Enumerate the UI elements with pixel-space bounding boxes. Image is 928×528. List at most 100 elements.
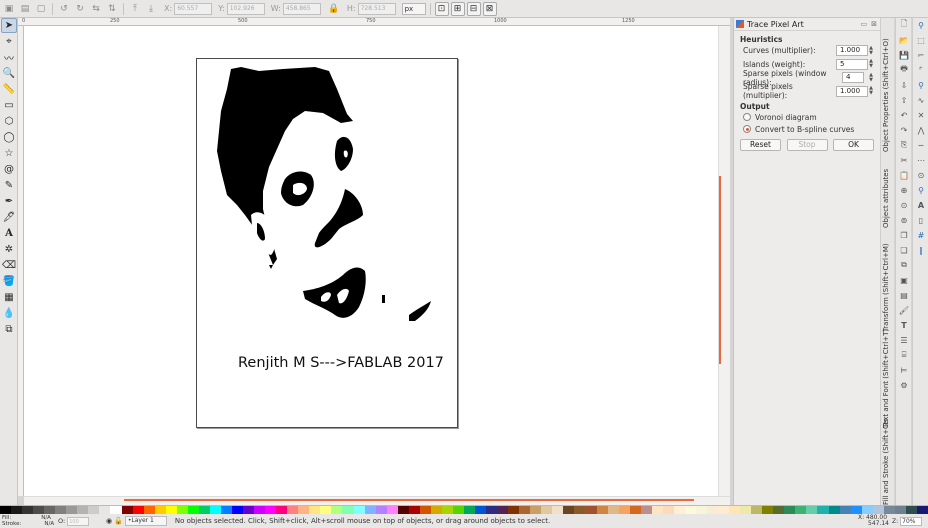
ok-button[interactable]: OK (833, 139, 874, 151)
color-swatch[interactable] (618, 506, 630, 514)
zoom-drawing-icon[interactable]: ⊙ (897, 199, 911, 211)
color-swatch[interactable] (751, 506, 763, 514)
color-swatch[interactable] (707, 506, 719, 514)
color-swatch[interactable] (209, 506, 221, 514)
color-swatch[interactable] (154, 506, 166, 514)
color-swatch[interactable] (497, 506, 509, 514)
zoom-selection-icon[interactable]: ⊕ (897, 184, 911, 196)
color-swatch[interactable] (861, 506, 873, 514)
copy-icon[interactable]: ⎘ (897, 139, 911, 151)
layer-lock-icon[interactable]: 🔓 (114, 517, 123, 525)
color-swatch[interactable] (353, 506, 365, 514)
fill-stroke-icon[interactable]: 🖌 (897, 304, 911, 316)
dropper-tool-icon[interactable]: 💧 (1, 306, 17, 321)
color-swatch[interactable] (684, 506, 696, 514)
spiral-tool-icon[interactable]: @ (1, 162, 17, 177)
color-swatch[interactable] (585, 506, 597, 514)
snap-cusp-icon[interactable]: ⋀ (914, 124, 928, 136)
pencil-tool-icon[interactable]: ✎ (1, 178, 17, 193)
color-swatch[interactable] (419, 506, 431, 514)
flip-horizontal-icon[interactable]: ⇆ (89, 2, 103, 16)
color-swatch[interactable] (77, 506, 89, 514)
open-icon[interactable]: 📂 (897, 34, 911, 46)
layer-visibility-icon[interactable]: ◉ (106, 517, 112, 525)
transform-patterns-icon[interactable]: ⊠ (482, 1, 497, 16)
deselect-icon[interactable]: ▢ (34, 2, 48, 16)
tweak-tool-icon[interactable]: 〰 (1, 50, 17, 65)
zoom-tool-icon[interactable]: 🔍 (1, 66, 17, 81)
color-swatch[interactable] (530, 506, 542, 514)
color-swatch[interactable] (11, 506, 23, 514)
horizontal-scrollbar[interactable] (24, 496, 730, 505)
lower-icon[interactable]: ⤓ (144, 2, 158, 16)
color-swatch[interactable] (828, 506, 840, 514)
color-swatch[interactable] (320, 506, 332, 514)
snap-bbox-icon[interactable]: ⬚ (914, 34, 928, 46)
unlink-clone-icon[interactable]: ⧉ (897, 259, 911, 271)
color-swatch[interactable] (839, 506, 851, 514)
color-swatch[interactable] (850, 506, 862, 514)
scale-corners-icon[interactable]: ⊞ (450, 1, 465, 16)
snap-smooth-icon[interactable]: ∽ (914, 139, 928, 151)
star-tool-icon[interactable]: ☆ (1, 146, 17, 161)
paste-icon[interactable]: 📋 (897, 169, 911, 181)
spray-tool-icon[interactable]: ✲ (1, 242, 17, 257)
import-icon[interactable]: ⇩ (897, 79, 911, 91)
drawing-canvas[interactable]: Renjith M S--->FABLAB 2017 (24, 26, 718, 496)
color-swatch[interactable] (99, 506, 111, 514)
ungroup-icon[interactable]: ▤ (897, 289, 911, 301)
measure-tool-icon[interactable]: 📏 (1, 82, 17, 97)
calligraphy-tool-icon[interactable]: 🖋 (1, 210, 17, 225)
radio-button-selected[interactable] (743, 125, 751, 133)
color-swatch[interactable] (695, 506, 707, 514)
color-swatch[interactable] (883, 506, 895, 514)
curves-input[interactable]: 1.000 (836, 45, 868, 57)
h-input[interactable]: 728.513 (357, 2, 396, 15)
node-tool-icon[interactable]: ⌖ (1, 34, 17, 49)
color-swatch[interactable] (44, 506, 56, 514)
opacity-input[interactable]: 100 (67, 516, 90, 526)
spinner-icon[interactable]: ▲ ▼ (868, 86, 874, 96)
color-swatch[interactable] (441, 506, 453, 514)
zoom-input[interactable]: 70% (900, 516, 923, 526)
color-swatch[interactable] (430, 506, 442, 514)
eraser-tool-icon[interactable]: ⌫ (1, 258, 17, 273)
color-swatch[interactable] (486, 506, 498, 514)
zoom-page-icon[interactable]: ⊚ (897, 214, 911, 226)
vertical-scroll-thumb[interactable] (719, 176, 721, 364)
color-swatch[interactable] (408, 506, 420, 514)
color-swatch[interactable] (662, 506, 674, 514)
layers-icon[interactable]: ☰ (897, 334, 911, 346)
color-swatch[interactable] (121, 506, 133, 514)
page-caption-text[interactable]: Renjith M S--->FABLAB 2017 (238, 355, 444, 371)
rotate-ccw-icon[interactable]: ↺ (57, 2, 71, 16)
tab-object-properties[interactable]: Object Properties (Shift+Ctrl+O) (882, 26, 894, 152)
selector-tool-icon[interactable]: ➤ (1, 18, 17, 33)
color-swatch[interactable] (265, 506, 277, 514)
color-swatch[interactable] (66, 506, 78, 514)
color-swatch[interactable] (22, 506, 34, 514)
color-swatch[interactable] (143, 506, 155, 514)
color-swatch[interactable] (55, 506, 67, 514)
color-swatch[interactable] (88, 506, 100, 514)
unit-select[interactable]: px (401, 2, 426, 15)
duplicate-icon[interactable]: ❐ (897, 229, 911, 241)
color-swatch[interactable] (651, 506, 663, 514)
snap-paths-icon[interactable]: ∿ (914, 94, 928, 106)
color-swatch[interactable] (342, 506, 354, 514)
color-swatch[interactable] (519, 506, 531, 514)
new-document-icon[interactable]: 🗋 (897, 19, 911, 31)
color-swatch[interactable] (817, 506, 829, 514)
snap-centers-icon[interactable]: ⊙ (914, 169, 928, 181)
color-swatch[interactable] (276, 506, 288, 514)
color-swatch[interactable] (231, 506, 244, 514)
radio-button[interactable] (743, 113, 751, 121)
gradient-tool-icon[interactable]: ▦ (1, 290, 17, 305)
connector-tool-icon[interactable]: ⧉ (1, 322, 17, 337)
align-icon[interactable]: ⊨ (897, 364, 911, 376)
color-swatch[interactable] (596, 506, 608, 514)
color-swatch[interactable] (718, 506, 730, 514)
tab-object-attributes[interactable]: Object attributes (882, 156, 894, 228)
rectangle-tool-icon[interactable]: ▭ (1, 98, 17, 113)
x-input[interactable]: 60.557 (174, 2, 213, 15)
